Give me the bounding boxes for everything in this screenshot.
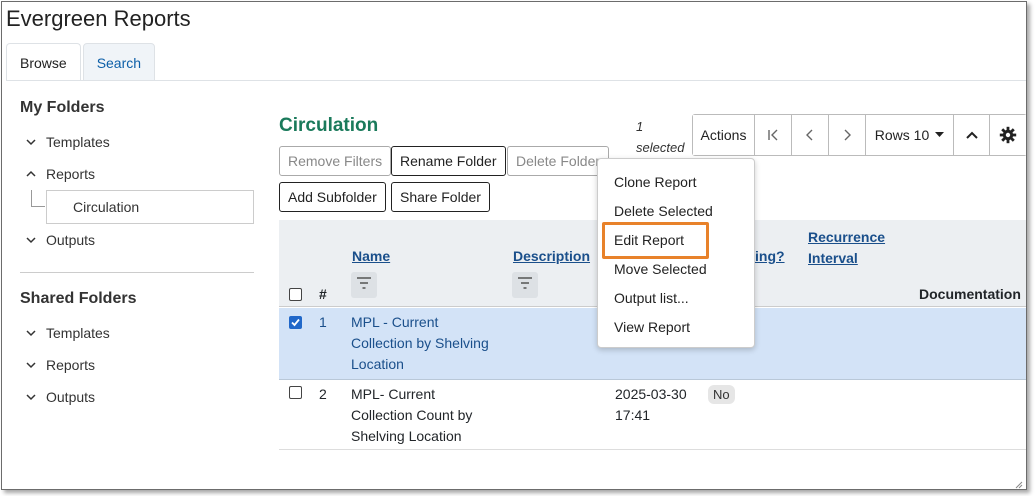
grid-toolbar: Actions Rows 10 <box>692 114 1026 156</box>
tab-browse[interactable]: Browse <box>6 43 81 81</box>
filter-icon <box>518 276 532 294</box>
menu-item-delete-selected[interactable]: Delete Selected <box>614 203 713 219</box>
row-number: 2 <box>319 386 327 402</box>
delete-folder-button[interactable]: Delete Folder <box>507 146 610 176</box>
report-name[interactable]: MPL- Current Collection Count by Shelvin… <box>351 384 472 447</box>
table-row[interactable]: 2 MPL- Current Collection Count by Shelv… <box>279 380 1026 450</box>
circulation-folder[interactable]: Circulation <box>46 190 254 224</box>
my-outputs-folder[interactable]: Outputs <box>20 224 256 256</box>
selection-number: 1 <box>636 119 644 134</box>
rename-folder-button[interactable]: Rename Folder <box>391 146 506 176</box>
select-all-checkbox[interactable] <box>289 288 302 301</box>
next-page-button[interactable] <box>829 115 866 155</box>
shared-templates-folder[interactable]: Templates <box>20 317 256 349</box>
chevron-down-icon <box>24 326 38 340</box>
gear-icon <box>999 126 1017 144</box>
recurrence-header-line1: Recurrence <box>808 229 886 245</box>
previous-page-button[interactable] <box>792 115 829 155</box>
column-header-name[interactable]: Name <box>352 248 390 264</box>
collapse-button[interactable] <box>954 115 990 155</box>
share-folder-button[interactable]: Share Folder <box>391 182 490 212</box>
description-filter-button[interactable] <box>512 272 538 298</box>
row-checkbox[interactable] <box>289 386 302 399</box>
caret-down-icon <box>935 132 945 138</box>
column-header-recurrence-interval[interactable]: Recurrence Interval <box>808 227 885 269</box>
report-name-line: Collection Count by <box>351 407 473 423</box>
app-title: Evergreen Reports <box>6 6 191 31</box>
folder-label: Outputs <box>46 232 96 248</box>
shared-outputs-folder[interactable]: Outputs <box>20 381 256 413</box>
recurrence-header-line2: Interval <box>808 250 858 266</box>
report-name-line: Shelving Location <box>351 428 462 444</box>
remove-filters-button[interactable]: Remove Filters <box>279 146 392 176</box>
report-name-line: MPL- Current <box>351 386 436 402</box>
first-page-icon <box>766 128 780 142</box>
menu-item-view-report[interactable]: View Report <box>614 319 690 335</box>
row-number: 1 <box>319 314 327 330</box>
column-header-recurring[interactable]: ing? <box>755 248 785 264</box>
shared-folders-heading: Shared Folders <box>20 290 137 307</box>
edit-report-highlight <box>602 222 709 259</box>
my-reports-folder[interactable]: Reports <box>20 158 256 190</box>
chevron-up-icon <box>24 167 38 181</box>
column-header-number: # <box>319 286 327 302</box>
my-folders-heading: My Folders <box>20 99 105 116</box>
report-name-line: Location <box>351 356 404 372</box>
report-date-line: 2025-03-30 <box>615 386 687 402</box>
circulation-folder-row: Circulation <box>20 190 256 224</box>
selection-count: 1 selected <box>636 116 684 158</box>
add-subfolder-button[interactable]: Add Subfolder <box>279 182 386 212</box>
chevron-down-icon <box>24 358 38 372</box>
folder-title: Circulation <box>279 115 379 136</box>
report-date: 2025-03-30 17:41 <box>615 384 687 426</box>
sidebar-divider <box>20 272 254 273</box>
report-name-line: Collection by Shelving <box>351 335 489 351</box>
checkmark-icon <box>291 318 300 327</box>
chevron-left-icon <box>803 128 817 142</box>
selection-label: selected <box>636 140 685 155</box>
tab-bar: Browse Search <box>6 43 156 81</box>
menu-item-move-selected[interactable]: Move Selected <box>614 261 707 277</box>
menu-item-output-list[interactable]: Output list... <box>614 290 689 306</box>
chevron-down-icon <box>24 135 38 149</box>
menu-item-clone-report[interactable]: Clone Report <box>614 174 697 190</box>
rows-per-page-dropdown[interactable]: Rows 10 <box>866 115 954 155</box>
my-templates-folder[interactable]: Templates <box>20 126 256 158</box>
folder-label: Templates <box>46 325 110 341</box>
folder-label: Reports <box>46 166 96 182</box>
column-header-description[interactable]: Description <box>513 248 590 264</box>
folder-label: Outputs <box>46 389 96 405</box>
rows-per-page-label: Rows 10 <box>874 127 930 143</box>
folder-label: Templates <box>46 134 110 150</box>
recurring-badge: No <box>708 385 735 404</box>
chevron-up-icon <box>965 128 979 142</box>
shared-reports-folder[interactable]: Reports <box>20 349 256 381</box>
filter-icon <box>357 276 371 294</box>
first-page-button[interactable] <box>755 115 792 155</box>
name-filter-button[interactable] <box>351 272 377 298</box>
folder-sidebar: My Folders Templates Reports Circulation… <box>20 96 256 413</box>
tab-search[interactable]: Search <box>82 43 156 81</box>
folder-label: Reports <box>46 357 96 373</box>
tab-divider <box>6 80 1026 81</box>
app-window: Evergreen Reports Browse Search My Folde… <box>1 1 1027 490</box>
actions-button[interactable]: Actions <box>693 115 755 155</box>
report-name[interactable]: MPL - Current Collection by Shelving Loc… <box>351 312 489 375</box>
row-checkbox[interactable] <box>289 316 302 329</box>
report-name-line: MPL - Current <box>351 314 439 330</box>
tree-connector <box>31 190 45 207</box>
column-header-documentation: Documentation <box>919 286 1021 302</box>
resize-grip-icon <box>1013 476 1023 489</box>
chevron-right-icon <box>840 128 854 142</box>
chevron-down-icon <box>24 390 38 404</box>
report-date-line: 17:41 <box>615 407 651 423</box>
grid-settings-button[interactable] <box>990 115 1026 155</box>
chevron-down-icon <box>24 233 38 247</box>
